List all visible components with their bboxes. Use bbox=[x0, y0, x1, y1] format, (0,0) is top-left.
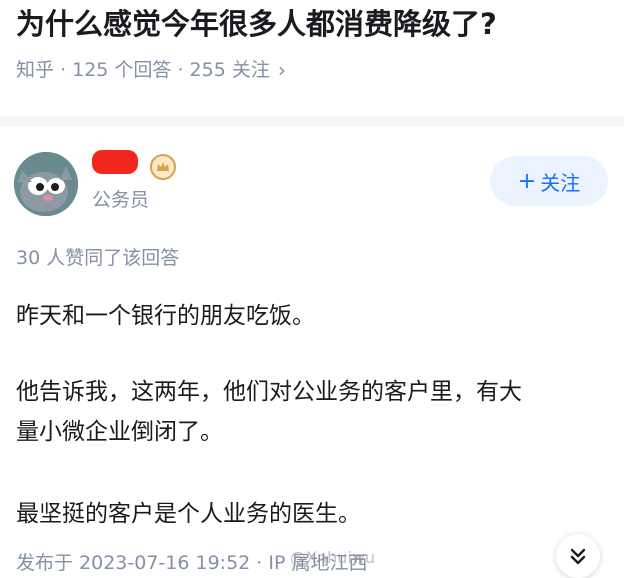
question-title[interactable]: 为什么感觉今年很多人都消费降级了? bbox=[16, 4, 497, 44]
answer-line: 量小微企业倒闭了。 bbox=[16, 419, 223, 445]
section-divider bbox=[0, 116, 624, 126]
answer-paragraph: 昨天和一个银行的朋友吃饭。 bbox=[16, 303, 315, 329]
plus-icon: + bbox=[517, 168, 537, 194]
double-chevron-down-icon[interactable] bbox=[556, 534, 600, 578]
answer-line: 他告诉我，这两年，他们对公业务的客户里，有大 bbox=[16, 379, 522, 405]
author-role: 公务员 bbox=[92, 189, 150, 211]
follow-button[interactable]: + 关注 bbox=[490, 156, 608, 206]
chevron-right-icon: › bbox=[277, 58, 286, 82]
question-meta[interactable]: 知乎 · 125 个回答 · 255 关注 › bbox=[16, 56, 286, 84]
upvote-count: 30 人赞同了该回答 bbox=[16, 247, 180, 269]
answer-paragraph: 他告诉我，这两年，他们对公业务的客户里，有大 量小微企业倒闭了。 bbox=[16, 372, 522, 452]
question-meta-text: 知乎 · 125 个回答 · 255 关注 bbox=[16, 59, 270, 81]
cartoon-cat-avatar-icon[interactable] bbox=[14, 152, 78, 216]
follow-label: 关注 bbox=[540, 170, 581, 195]
watermark: @Xnhuiwu bbox=[290, 548, 376, 567]
crown-badge-icon[interactable] bbox=[150, 154, 176, 180]
answer-paragraph: 最坚挺的客户是个人业务的医生。 bbox=[16, 501, 361, 527]
username-redacted[interactable] bbox=[92, 150, 138, 174]
